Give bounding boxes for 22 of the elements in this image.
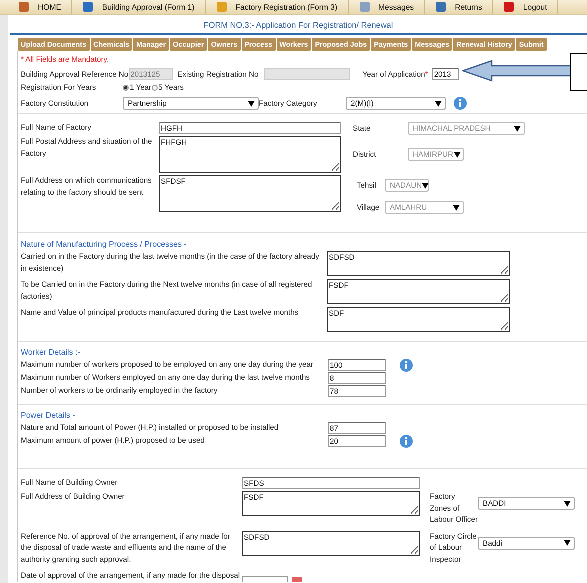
caret-icon [422,182,430,188]
nav-icon [18,2,30,12]
section-heading: Nature of Manufacturing Process / Processes - [21,240,188,249]
caret-icon [564,500,571,506]
info-icon[interactable] [400,435,413,448]
caret-icon [435,100,442,106]
nav-icon [435,2,448,12]
caret-icon [514,126,521,132]
form-title: FORM NO.3:- Application For Registration/ Renewal [10,21,587,35]
section-heading: Power Details - [21,411,76,420]
caret-icon [248,100,255,106]
date-field[interactable] [242,576,288,582]
nav-icon [82,2,94,12]
caret-icon [454,152,461,158]
info-icon[interactable] [454,97,467,110]
nav-icon [503,2,516,12]
caret-icon [453,204,460,210]
caret-icon [564,540,571,546]
nav-icon [358,2,371,12]
section-heading: Worker Details :- [21,348,82,357]
nav-icon [216,2,228,12]
info-icon[interactable] [400,359,413,372]
